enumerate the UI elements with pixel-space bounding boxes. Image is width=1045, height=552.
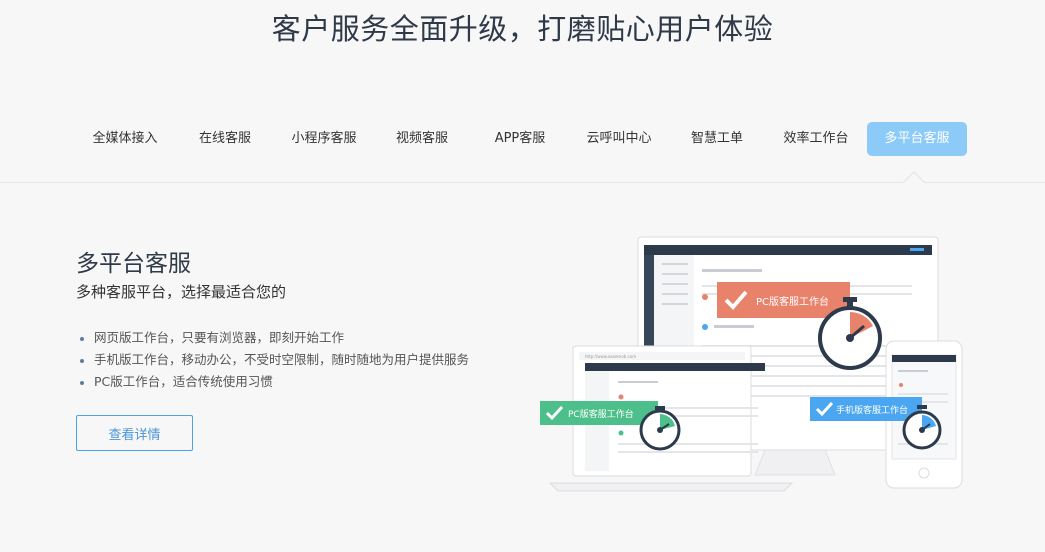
tab-online-service[interactable]: 在线客服 [175,122,275,156]
view-details-button[interactable]: 查看详情 [76,415,193,451]
svg-text:PC版客服工作台: PC版客服工作台 [568,408,634,420]
tab-app-service[interactable]: APP客服 [471,122,569,156]
mobile-workbench-tag: 手机版客服工作台 [810,397,922,421]
svg-text:PC版客服工作台: PC版客服工作台 [756,295,829,308]
svg-text:http://www.easemob.com: http://www.easemob.com [585,354,636,359]
section-title: 多平台客服 [76,251,191,277]
section-subtitle: 多种客服平台，选择最适合您的 [76,283,287,301]
active-tab-pointer [902,169,926,183]
multiplatform-illustration: PC版客服工作台 http://www.easemob.com PC版客服工作台 [540,236,963,492]
tab-cloud-call-center[interactable]: 云呼叫中心 [569,122,669,156]
feature-list: 网页版工作台，只要有浏览器，即刻开始工作 手机版工作台，移动办公，不受时空限制，… [79,327,469,393]
tab-multiplatform-service[interactable]: 多平台客服 [867,122,967,156]
web-workbench-tag: PC版客服工作台 [540,401,658,425]
page-title: 客户服务全面升级，打磨贴心用户体验 [271,12,774,46]
list-item: PC版工作台，适合传统使用习惯 [79,371,469,393]
tab-video-service[interactable]: 视频客服 [373,122,471,156]
tab-smart-ticket[interactable]: 智慧工单 [669,122,765,156]
tabs-divider [0,182,1045,183]
list-item: 手机版工作台，移动办公，不受时空限制，随时随地为用户提供服务 [79,349,469,371]
tab-efficiency-workbench[interactable]: 效率工作台 [765,122,867,156]
tab-miniprogram-service[interactable]: 小程序客服 [275,122,373,156]
tab-omnichannel[interactable]: 全媒体接入 [75,122,175,156]
product-tabs: 全媒体接入 在线客服 小程序客服 视频客服 APP客服 云呼叫中心 智慧工单 效… [75,121,967,157]
list-item: 网页版工作台，只要有浏览器，即刻开始工作 [79,327,469,349]
svg-text:手机版客服工作台: 手机版客服工作台 [836,404,908,416]
pc-workbench-tag: PC版客服工作台 [717,282,850,318]
